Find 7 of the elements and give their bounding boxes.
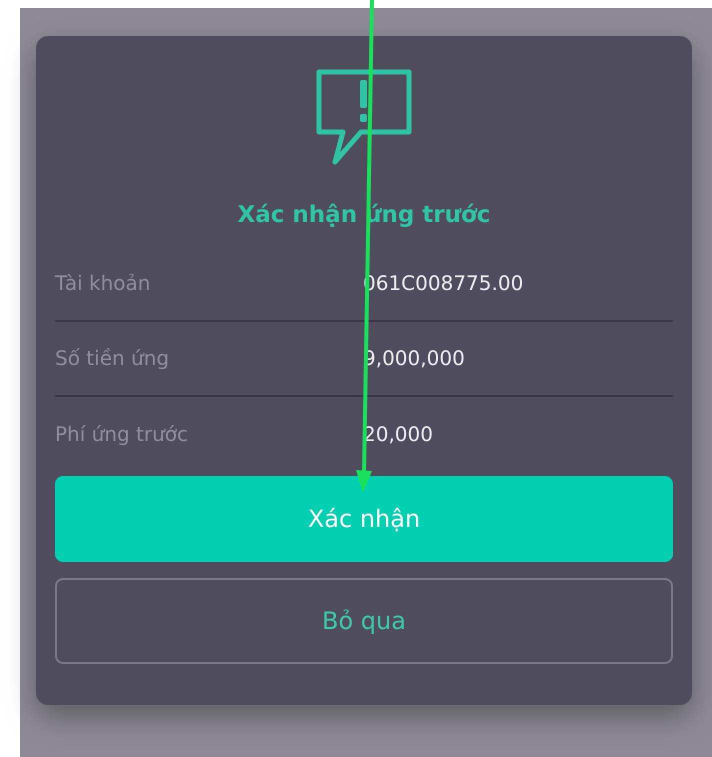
- alert-message-icon: [315, 68, 413, 166]
- field-label: Số tiền ứng: [55, 345, 170, 372]
- confirm-button[interactable]: Xác nhận: [55, 476, 673, 562]
- field-label: Tài khoản: [55, 270, 152, 297]
- cancel-button[interactable]: Bỏ qua: [55, 578, 673, 664]
- field-label: Phí ứng trước: [55, 421, 190, 448]
- field-value: 20,000: [363, 421, 433, 448]
